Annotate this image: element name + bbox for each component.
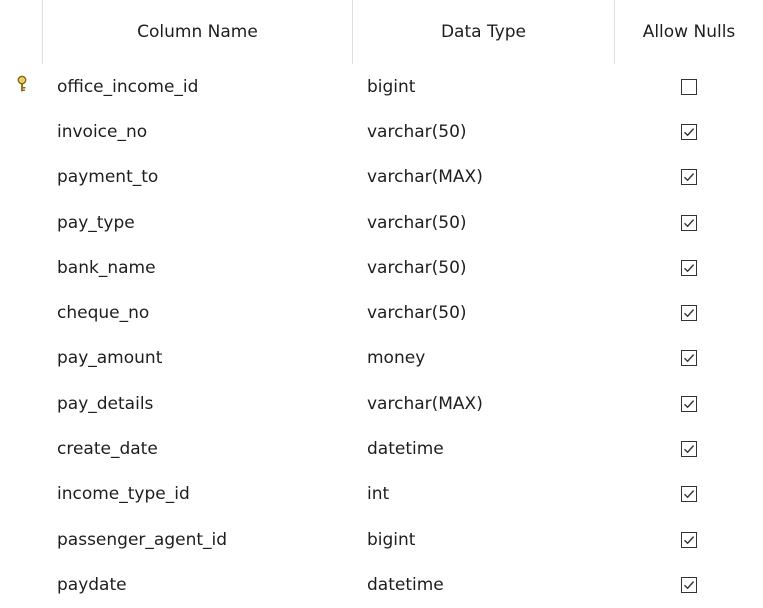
data-type-cell[interactable]: int (353, 472, 615, 517)
row-selector[interactable] (0, 64, 43, 110)
checkbox-checked-icon[interactable] (681, 486, 697, 503)
column-name-cell[interactable]: bank_name (43, 245, 353, 290)
data-type-cell[interactable]: varchar(MAX) (353, 381, 615, 426)
data-type-cell[interactable]: varchar(50) (353, 290, 615, 335)
checkbox-checked-icon[interactable] (681, 395, 697, 412)
table-row[interactable]: income_type_id int (0, 471, 763, 517)
column-name-cell[interactable]: office_income_id (43, 64, 353, 109)
data-type-cell[interactable]: varchar(50) (353, 109, 615, 154)
row-selector[interactable] (0, 199, 43, 246)
row-selector[interactable] (0, 290, 43, 336)
allow-nulls-cell (615, 336, 763, 381)
column-name-cell[interactable]: pay_details (43, 381, 353, 426)
table-row[interactable]: invoice_no varchar(50) (0, 109, 763, 155)
data-type-cell[interactable]: bigint (353, 64, 615, 109)
row-selector[interactable] (0, 381, 43, 427)
column-name-cell[interactable]: cheque_no (43, 290, 353, 335)
column-name-cell[interactable]: paydate (43, 562, 353, 607)
allow-nulls-cell (615, 64, 763, 109)
table-row[interactable]: pay_type varchar(50) (0, 199, 763, 246)
row-selector[interactable] (0, 109, 43, 155)
data-type-cell[interactable]: datetime (353, 562, 615, 607)
row-selector[interactable] (0, 426, 43, 472)
row-selector[interactable] (0, 154, 43, 200)
data-type-cell[interactable]: varchar(50) (353, 200, 615, 245)
checkbox-checked-icon[interactable] (681, 576, 697, 593)
allow-nulls-cell (615, 472, 763, 517)
data-type-cell[interactable]: varchar(50) (353, 245, 615, 290)
allow-nulls-cell (615, 381, 763, 426)
checkbox-unchecked-icon[interactable] (681, 78, 697, 95)
column-name-cell[interactable]: passenger_agent_id (43, 517, 353, 562)
data-type-cell[interactable]: bigint (353, 517, 615, 562)
table-row[interactable]: pay_amount money (0, 335, 763, 382)
table-row[interactable]: passenger_agent_id bigint (0, 516, 763, 563)
table-row[interactable]: payment_to varchar(MAX) (0, 154, 763, 200)
row-selector[interactable] (0, 335, 43, 382)
grid-rows: office_income_id bigint invoice_no varchar(… (0, 64, 763, 608)
grid-header: Column Name Data Type Allow Nulls (0, 0, 763, 64)
row-selector-header (0, 0, 43, 64)
table-row[interactable]: office_income_id bigint (0, 64, 763, 110)
column-name-cell[interactable]: create_date (43, 426, 353, 471)
allow-nulls-cell (615, 155, 763, 200)
allow-nulls-cell (615, 517, 763, 562)
column-name-cell[interactable]: payment_to (43, 155, 353, 200)
checkbox-checked-icon[interactable] (681, 169, 697, 186)
table-row[interactable]: cheque_no varchar(50) (0, 290, 763, 336)
allow-nulls-cell (615, 562, 763, 607)
allow-nulls-cell (615, 245, 763, 290)
column-name-cell[interactable]: income_type_id (43, 472, 353, 517)
column-name-cell[interactable]: pay_type (43, 200, 353, 245)
allow-nulls-cell (615, 426, 763, 471)
allow-nulls-cell (615, 109, 763, 154)
allow-nulls-cell (615, 290, 763, 335)
primary-key-icon (15, 75, 29, 98)
column-name-header[interactable]: Column Name (43, 0, 353, 64)
row-selector[interactable] (0, 562, 43, 608)
checkbox-checked-icon[interactable] (681, 214, 697, 231)
data-type-header[interactable]: Data Type (353, 0, 615, 64)
table-row[interactable]: paydate datetime (0, 562, 763, 608)
allow-nulls-header[interactable]: Allow Nulls (615, 0, 763, 64)
checkbox-checked-icon[interactable] (681, 259, 697, 276)
table-row[interactable]: pay_details varchar(MAX) (0, 381, 763, 427)
row-selector[interactable] (0, 471, 43, 517)
allow-nulls-cell (615, 200, 763, 245)
checkbox-checked-icon[interactable] (681, 305, 697, 322)
row-selector[interactable] (0, 245, 43, 291)
checkbox-checked-icon[interactable] (681, 441, 697, 458)
column-grid: Column Name Data Type Allow Nulls office… (0, 0, 763, 608)
table-row[interactable]: bank_name varchar(50) (0, 245, 763, 291)
checkbox-checked-icon[interactable] (681, 531, 697, 548)
column-name-cell[interactable]: invoice_no (43, 109, 353, 154)
row-selector[interactable] (0, 516, 43, 563)
table-designer: Column Name Data Type Allow Nulls office… (0, 0, 763, 608)
data-type-cell[interactable]: varchar(MAX) (353, 155, 615, 200)
table-row[interactable]: create_date datetime (0, 426, 763, 472)
data-type-cell[interactable]: money (353, 336, 615, 381)
checkbox-checked-icon[interactable] (681, 350, 697, 367)
data-type-cell[interactable]: datetime (353, 426, 615, 471)
column-name-cell[interactable]: pay_amount (43, 336, 353, 381)
checkbox-checked-icon[interactable] (681, 123, 697, 140)
